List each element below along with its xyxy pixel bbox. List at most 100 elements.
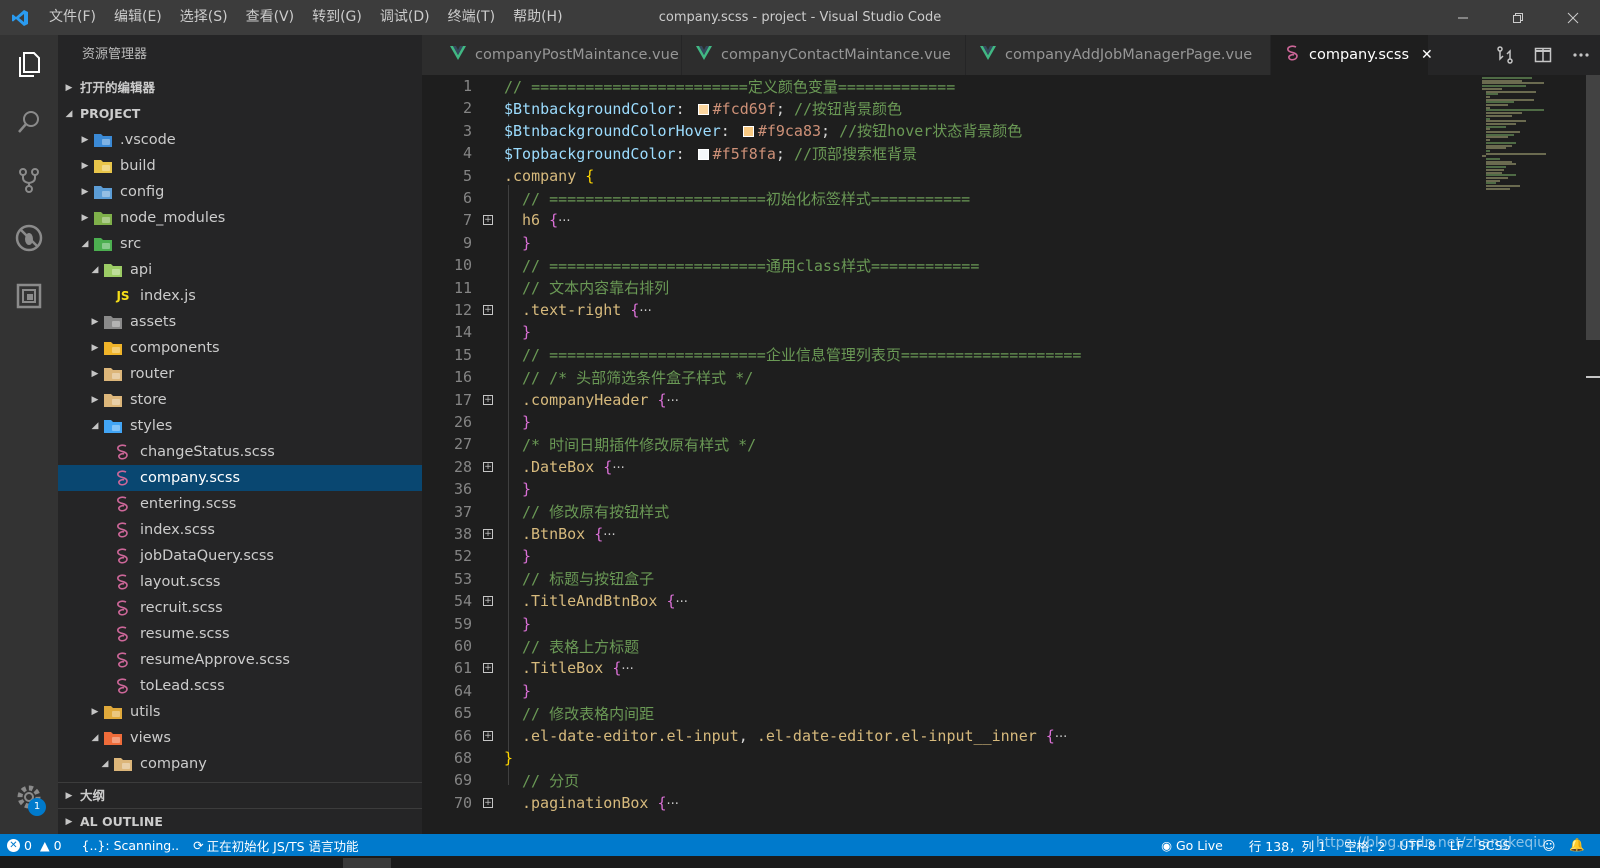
close-window-icon[interactable] [1545,0,1600,35]
code-line[interactable]: 53 // 标题与按钮盒子 [422,568,1542,590]
code-line[interactable]: 15 // ========================企业信息管理列表页==… [422,344,1542,366]
tab-0[interactable]: companyPostMaintance.vue [422,35,682,75]
go-live-button[interactable]: ◉ Go Live [1154,834,1230,856]
split-editor-icon[interactable] [1524,35,1562,75]
open-editors-header[interactable]: ▶ 打开的编辑器 [58,75,422,101]
project-header[interactable]: ◢ PROJECT [58,101,422,127]
files-icon[interactable] [0,35,58,93]
tree-file[interactable]: changeStatus.scss [58,439,422,465]
code-line[interactable]: 11 // 文本内容靠右排列 [422,277,1542,299]
close-tab-icon[interactable]: ✕ [1421,47,1433,63]
folded-ellipsis[interactable]: ··· [603,528,615,543]
tree-folder[interactable]: ▶ store [58,387,422,413]
minimize-icon[interactable] [1435,0,1490,35]
code-line[interactable]: 36} [422,478,1542,500]
code-line[interactable]: 7 + h6 {··· [422,209,1542,231]
menu-item-1[interactable]: 编辑(E) [105,0,171,35]
tree-folder[interactable]: ▶ config [58,179,422,205]
folded-ellipsis[interactable]: ··· [558,214,570,229]
code-line[interactable]: 65 // 修改表格内间距 [422,702,1542,724]
minimap[interactable] [1482,75,1586,834]
code-line[interactable]: 60 // 表格上方标题 [422,635,1542,657]
code-line[interactable]: 52} [422,545,1542,567]
color-swatch[interactable] [697,103,709,115]
code-line[interactable]: 9} [422,232,1542,254]
fold-expand-icon[interactable]: + [472,797,504,808]
code-line[interactable]: 12 + .text-right {··· [422,299,1542,321]
scanning-status[interactable]: {..}: Scanning.. [75,834,187,856]
code-line[interactable]: 61 + .TitleBox {··· [422,657,1542,679]
fold-expand-icon[interactable]: + [472,394,504,405]
folded-ellipsis[interactable]: ··· [667,394,679,409]
tree-folder[interactable]: ▶ components [58,335,422,361]
notifications-icon[interactable]: 🔔 [1562,834,1592,856]
code-line[interactable]: 69 // 分页 [422,769,1542,791]
tree-file[interactable]: JS index.js [58,283,422,309]
tree-file[interactable]: index.scss [58,517,422,543]
code-line[interactable]: 17 + .companyHeader {··· [422,389,1542,411]
tree-folder[interactable]: ▶ router [58,361,422,387]
tree-file[interactable]: company.scss [58,465,422,491]
tree-file[interactable]: resumeApprove.scss [58,647,422,673]
code-line[interactable]: 27 /* 时间日期插件修改原有样式 */ [422,433,1542,455]
code-line[interactable]: 37 // 修改原有按钮样式 [422,501,1542,523]
tree-folder[interactable]: ◢ views [58,725,422,751]
menu-item-6[interactable]: 终端(T) [439,0,504,35]
code-line[interactable]: 2 $BtnbackgroundColor: #fcd69f; //按钮背景颜色 [422,97,1542,119]
code-line[interactable]: 5 .company { [422,165,1542,187]
tree-folder[interactable]: ▶ node_modules [58,205,422,231]
scroll-thumb[interactable] [1586,75,1600,340]
tab-3[interactable]: company.scss ✕ [1271,35,1433,75]
code-line[interactable]: 59} [422,613,1542,635]
tree-folder[interactable]: ◢ api [58,257,422,283]
al-outline-header[interactable]: ▶ AL OUTLINE [58,808,422,834]
tree-file[interactable]: layout.scss [58,569,422,595]
code-line[interactable]: 14} [422,321,1542,343]
menu-item-5[interactable]: 调试(D) [371,0,439,35]
code-line[interactable]: 70 + .paginationBox {··· [422,792,1542,814]
code-line[interactable]: 3 $BtnbackgroundColorHover: #f9ca83; //按钮… [422,120,1542,142]
menu-item-3[interactable]: 查看(V) [237,0,304,35]
folded-ellipsis[interactable]: ··· [621,662,633,677]
code-line[interactable]: 38 + .BtnBox {··· [422,523,1542,545]
restore-icon[interactable] [1490,0,1545,35]
debug-icon[interactable] [0,209,58,267]
menu-item-2[interactable]: 选择(S) [171,0,237,35]
tab-2[interactable]: companyAddJobManagerPage.vue [966,35,1271,75]
open-changes-icon[interactable] [1486,35,1524,75]
folded-ellipsis[interactable]: ··· [639,304,651,319]
tree-folder[interactable]: ◢ src [58,231,422,257]
extensions-icon[interactable] [0,267,58,325]
tree-folder[interactable]: ▶ .vscode [58,127,422,153]
problems-status[interactable]: ✕ 0 ▲ 0 [0,834,69,856]
code-line[interactable]: 4 $TopbackgroundColor: #f5f8fa; //顶部搜索框背景 [422,142,1542,164]
code-line[interactable]: 10 // ========================通用class样式==… [422,254,1542,276]
code-line[interactable]: 54 + .TitleAndBtnBox {··· [422,590,1542,612]
fold-expand-icon[interactable]: + [472,529,504,539]
code-line[interactable]: 1 // ========================定义颜色变量======… [422,75,1542,97]
code-line[interactable]: 6 // ========================初始化标签样式=====… [422,187,1542,209]
manage-gear-icon[interactable]: 1 [0,772,58,822]
tree-file[interactable]: entering.scss [58,491,422,517]
fold-expand-icon[interactable]: + [472,730,504,741]
folded-ellipsis[interactable]: ··· [1055,730,1067,745]
ts-init-status[interactable]: ⟳ 正在初始化 JS/TS 语言功能 [186,834,365,856]
folded-ellipsis[interactable]: ··· [612,461,624,476]
code-line[interactable]: 16 // /* 头部筛选条件盒子样式 */ [422,366,1542,388]
code-line[interactable]: 26} [422,411,1542,433]
fold-expand-icon[interactable]: + [472,663,504,674]
tree-folder[interactable]: ▶ utils [58,699,422,725]
tree-folder[interactable]: ▶ assets [58,309,422,335]
fold-expand-icon[interactable]: + [472,305,504,315]
menu-item-4[interactable]: 转到(G) [303,0,371,35]
fold-expand-icon[interactable]: + [472,596,504,607]
search-icon[interactable] [0,93,58,151]
fold-expand-icon[interactable]: + [472,215,504,226]
tree-file[interactable]: resume.scss [58,621,422,647]
tree-folder[interactable]: ◢ company [58,751,422,777]
folded-ellipsis[interactable]: ··· [676,595,688,610]
fold-expand-icon[interactable]: + [472,461,504,472]
code-line[interactable]: 28 + .DateBox {··· [422,456,1542,478]
tab-1[interactable]: companyContactMaintance.vue [682,35,966,75]
tree-folder[interactable]: ◢ styles [58,413,422,439]
